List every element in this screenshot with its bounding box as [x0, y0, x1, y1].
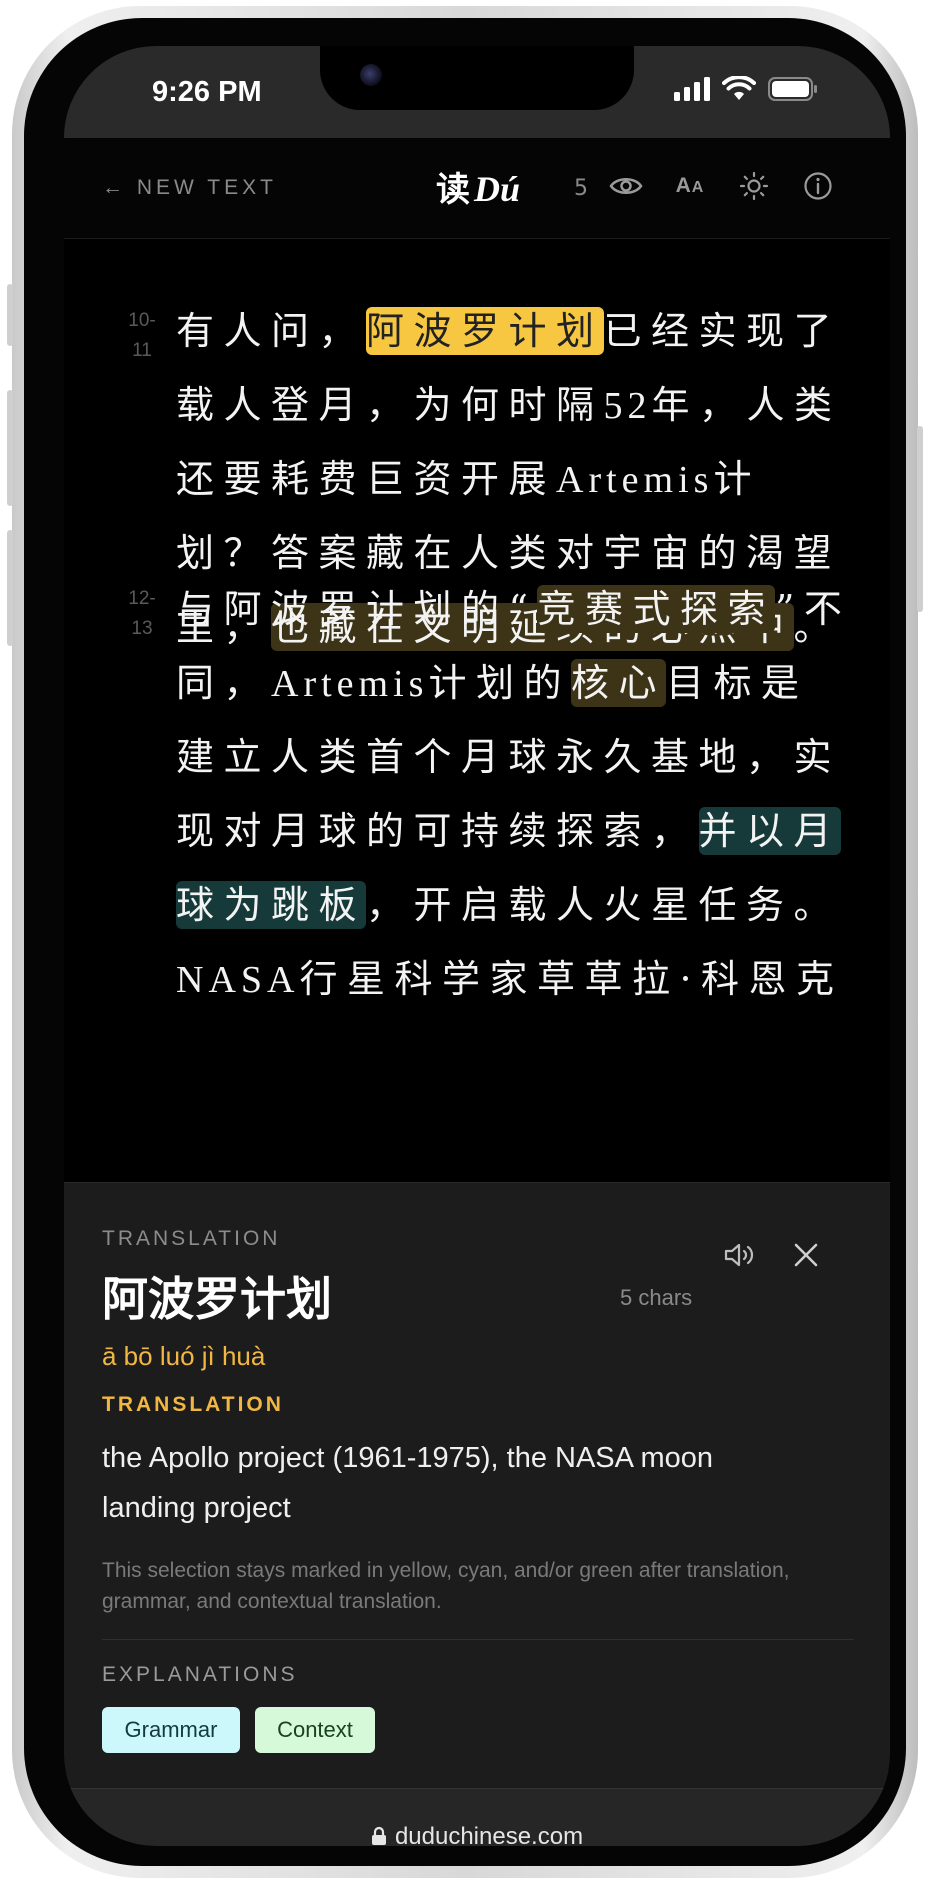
- highlighted-phrase[interactable]: 竞赛式探索: [537, 585, 775, 633]
- wifi-icon: [722, 76, 756, 100]
- pinyin: ā bō luó jì huà: [102, 1341, 266, 1371]
- text-segment: 与阿波罗计划的“: [176, 587, 538, 631]
- text-line[interactable]: 现对月球的可持续探索，并以月: [176, 794, 842, 868]
- line-number: 10- 11: [128, 310, 156, 361]
- text-segment: 已经实现了: [603, 309, 842, 353]
- text-line[interactable]: NASA行星科学家草草拉·科恩克: [176, 942, 834, 1016]
- lock-icon: [371, 1826, 386, 1845]
- char-count: 5 chars: [620, 1285, 693, 1310]
- url-text: duduchinese.com: [394, 1823, 584, 1846]
- status-bar: 9:26 PM: [64, 46, 890, 138]
- text-segment: ，开启载人火星任务。: [366, 883, 842, 927]
- battery-icon: [768, 77, 817, 101]
- status-time: 9:26 PM: [152, 76, 262, 108]
- text-line[interactable]: 与阿波罗计划的“竞赛式探索”不: [176, 572, 842, 646]
- power-button: [917, 426, 923, 612]
- translation-heading: TRANSLATION: [102, 1393, 284, 1416]
- logo-pinyin: Dú: [474, 169, 521, 209]
- text-segment: 载人登月，为何时隔: [176, 383, 604, 427]
- new-text-button[interactable]: ← NEW TEXT: [102, 176, 277, 200]
- status-icons: [674, 74, 818, 104]
- text-segment: Artemis: [556, 459, 714, 501]
- close-icon[interactable]: [786, 1235, 826, 1275]
- text-line[interactable]: 还要耗费巨资开展Artemis计: [176, 442, 816, 516]
- text-segment: Artemis: [271, 663, 429, 705]
- explanations-heading: EXPLANATIONS: [102, 1663, 298, 1686]
- text-line[interactable]: 载人登月，为何时隔52年，人类: [176, 368, 832, 442]
- translation-text: the Apollo project (1961-1975), the NASA…: [102, 1442, 713, 1524]
- highlighted-phrase[interactable]: 阿波罗计划: [366, 307, 604, 355]
- browser-bar: duduchinese.com: [64, 1788, 890, 1846]
- text-segment: 有人问，: [176, 309, 367, 353]
- text-segment: 年，人类: [651, 383, 842, 427]
- text-line[interactable]: 有人问，阿波罗计划已经实现了: [176, 294, 832, 368]
- text-segment: 计: [713, 457, 761, 501]
- reader-app: 类太空活动的核心。有人问，阿波罗计划已经实现了载人登月，为何时隔52年，人类还要…: [64, 138, 890, 1846]
- text-segment: 计划的: [428, 661, 571, 705]
- url-field[interactable]: duduchinese.com: [64, 1823, 890, 1846]
- text-segment: ”不: [774, 587, 852, 631]
- highlight-count: 5: [574, 176, 588, 201]
- text-segment: 同，: [176, 661, 272, 705]
- selected-word: 阿波罗计划: [102, 1272, 332, 1326]
- reader-toolbar: ← NEW TEXT 读 Dú 5 AA: [64, 138, 890, 239]
- volume-up-button: [7, 390, 13, 506]
- text-segment: 行星科学家草草拉·科恩克: [299, 957, 844, 1001]
- highlighted-phrase[interactable]: 并以月: [698, 807, 842, 855]
- screen: 9:26 PM 有人问，阿波罗计划已经实现了 载人登月，为何时隔52年，人类 还…: [64, 46, 890, 1846]
- paragraph: 与阿波罗计划的“竞赛式探索”不 同，Artemis计划的核心目标是 建立人类首个月球…: [176, 572, 842, 1016]
- text-segment: 现对月球的可持续探索，: [176, 809, 699, 853]
- logo-hanzi: 读: [436, 170, 470, 210]
- text-size-icon[interactable]: AA: [670, 166, 710, 206]
- info-icon[interactable]: [798, 166, 838, 206]
- highlighted-phrase[interactable]: 核心: [570, 659, 666, 707]
- text-line[interactable]: 建立人类首个月球永久基地，实: [176, 720, 832, 794]
- context-button[interactable]: Context: [255, 1707, 375, 1753]
- action-button: [7, 284, 13, 346]
- phone-frame: 9:26 PM 有人问，阿波罗计划已经实现了 载人登月，为何时隔52年，人类 还…: [7, 6, 923, 1878]
- text-segment: 建立人类首个月球永久基地，实: [176, 735, 842, 779]
- highlighted-phrase[interactable]: 球为跳板: [176, 881, 367, 929]
- reading-area[interactable]: 类太空活动的核心。有人问，阿波罗计划已经实现了载人登月，为何时隔52年，人类还要…: [64, 138, 890, 1178]
- camera-icon: [360, 64, 382, 86]
- divider: [102, 1639, 854, 1640]
- text-segment: NASA: [176, 959, 300, 1001]
- signal-icon: [674, 77, 710, 101]
- text-segment: 目标是: [665, 661, 809, 705]
- eye-icon[interactable]: [606, 166, 646, 206]
- translation-panel: TRANSLATION 阿波罗计划 5 chars ā bō luó jì hu…: [64, 1182, 890, 1789]
- text-segment: 52: [603, 385, 652, 427]
- text-segment: 划？答案藏在人类对宇宙的渴望: [176, 531, 842, 575]
- text-line[interactable]: 球为跳板，开启载人火星任务。: [176, 868, 832, 942]
- volume-down-button: [7, 530, 13, 646]
- grammar-button[interactable]: Grammar: [102, 1707, 240, 1753]
- brightness-icon[interactable]: [734, 166, 774, 206]
- selection-note: This selection stays marked in yellow, c…: [102, 1559, 790, 1613]
- line-number: 12- 13: [128, 588, 156, 639]
- text-segment: 还要耗费巨资开展: [176, 457, 557, 501]
- text-line[interactable]: 同，Artemis计划的核心目标是: [176, 646, 816, 720]
- app-logo: 读 Dú: [436, 162, 520, 211]
- speaker-icon[interactable]: [720, 1235, 760, 1275]
- panel-label: TRANSLATION: [102, 1227, 281, 1250]
